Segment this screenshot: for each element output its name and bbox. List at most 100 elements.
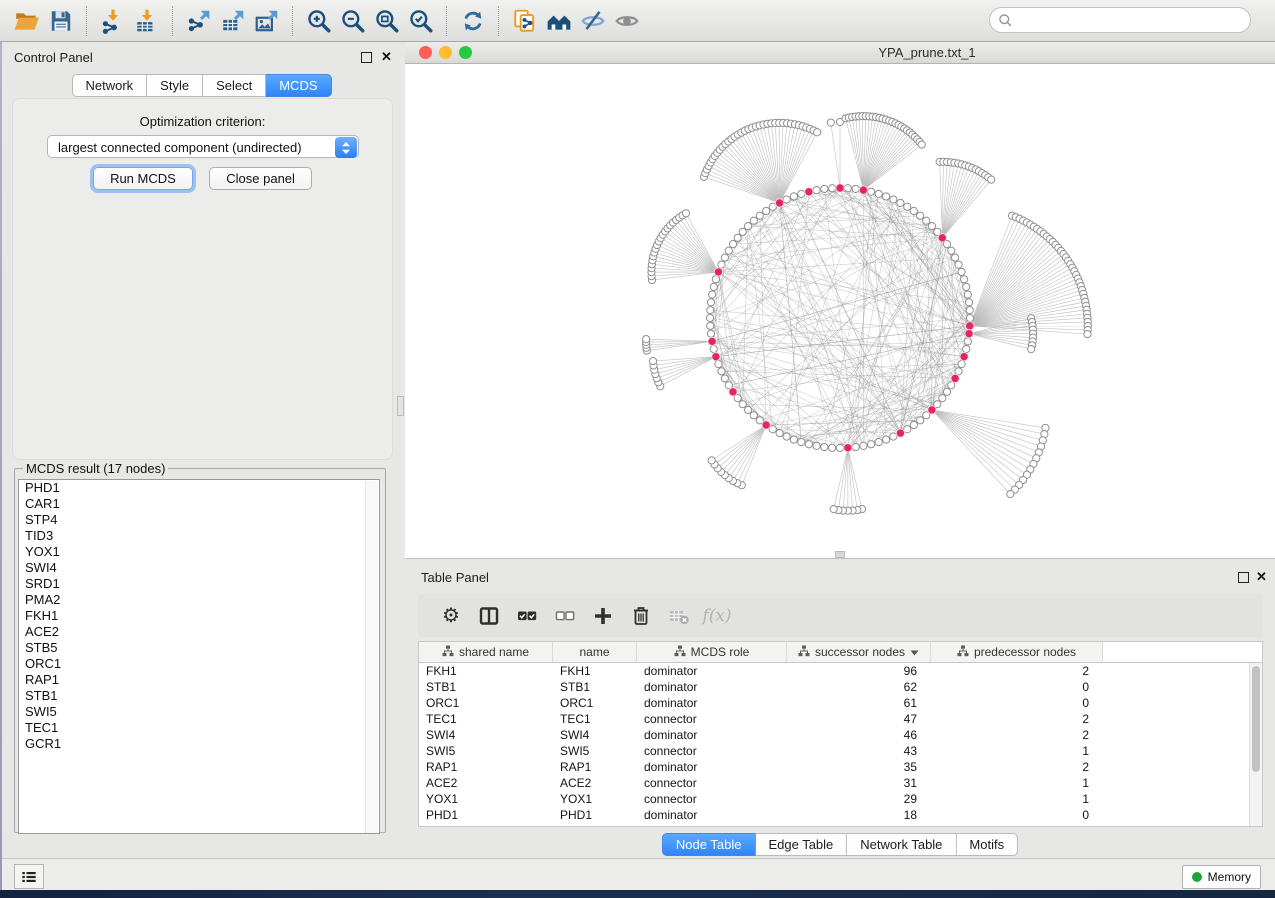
mcds-node-item[interactable]: YOX1 bbox=[19, 544, 379, 560]
cell-shared-name: ORC1 bbox=[419, 695, 553, 711]
mcds-node-item[interactable]: PHD1 bbox=[19, 480, 379, 496]
import-network-icon[interactable] bbox=[96, 4, 130, 38]
tab-style[interactable]: Style bbox=[147, 74, 203, 97]
add-column-icon[interactable] bbox=[584, 599, 622, 633]
table-tab-network-table[interactable]: Network Table bbox=[847, 833, 956, 856]
close-panel-button[interactable]: Close panel bbox=[209, 167, 312, 190]
mcds-node-item[interactable]: FKH1 bbox=[19, 608, 379, 624]
zoom-in-icon[interactable] bbox=[302, 4, 336, 38]
cell-mcds-role: dominator bbox=[637, 759, 787, 775]
column-header-shared-name[interactable]: shared name bbox=[419, 642, 553, 663]
close-window-light[interactable] bbox=[419, 46, 432, 59]
mcds-node-item[interactable]: SWI5 bbox=[19, 704, 379, 720]
delete-column-icon[interactable] bbox=[622, 599, 660, 633]
status-bar: Memory bbox=[2, 858, 1275, 890]
memory-button[interactable]: Memory bbox=[1182, 865, 1261, 889]
save-session-icon[interactable] bbox=[44, 4, 78, 38]
table-row[interactable]: RAP1RAP1dominator352 bbox=[419, 759, 1262, 775]
table-row[interactable]: FKH1FKH1dominator962 bbox=[419, 663, 1262, 679]
float-panel-icon[interactable] bbox=[361, 52, 372, 63]
table-body: FKH1FKH1dominator962STB1STB1dominator620… bbox=[419, 663, 1262, 823]
cell-successor-nodes: 31 bbox=[787, 775, 931, 791]
network-table-splitter-handle[interactable] bbox=[835, 551, 845, 558]
mcds-node-item[interactable]: CAR1 bbox=[19, 496, 379, 512]
mcds-node-item[interactable]: STB1 bbox=[19, 688, 379, 704]
mcds-node-item[interactable]: TEC1 bbox=[19, 720, 379, 736]
zoom-window-light[interactable] bbox=[459, 46, 472, 59]
export-web-icon[interactable] bbox=[508, 4, 542, 38]
mcds-node-item[interactable]: SWI4 bbox=[19, 560, 379, 576]
table-row[interactable]: ORC1ORC1dominator610 bbox=[419, 695, 1262, 711]
zoom-selected-icon[interactable] bbox=[404, 4, 438, 38]
cell-predecessor-nodes: 0 bbox=[931, 695, 1103, 711]
network-canvas[interactable] bbox=[405, 63, 1275, 558]
settings-gear-icon[interactable]: ⚙ bbox=[432, 599, 470, 633]
column-header-mcds-role[interactable]: MCDS role bbox=[637, 642, 787, 663]
table-row[interactable]: PHD1PHD1dominator180 bbox=[419, 807, 1262, 823]
mcds-node-item[interactable]: ORC1 bbox=[19, 656, 379, 672]
table-row[interactable]: STB1STB1dominator620 bbox=[419, 679, 1262, 695]
deselect-all-icon[interactable] bbox=[546, 599, 584, 633]
column-header-successor-nodes[interactable]: successor nodes bbox=[787, 642, 931, 663]
delete-table-icon bbox=[660, 599, 698, 633]
show-graphics-icon[interactable] bbox=[610, 4, 644, 38]
export-image-icon[interactable] bbox=[250, 4, 284, 38]
table-row[interactable]: SWI5SWI5connector431 bbox=[419, 743, 1262, 759]
minimize-window-light[interactable] bbox=[439, 46, 452, 59]
table-scrollbar-thumb[interactable] bbox=[1252, 666, 1260, 772]
cell-mcds-role: dominator bbox=[637, 679, 787, 695]
control-panel: Control Panel ✕ NetworkStyleSelectMCDS O… bbox=[2, 42, 401, 858]
network-graph[interactable] bbox=[405, 63, 1275, 558]
sort-indicator-icon[interactable] bbox=[910, 645, 919, 659]
news-icon[interactable] bbox=[542, 4, 576, 38]
close-table-panel-icon[interactable]: ✕ bbox=[1256, 571, 1267, 582]
mcds-node-item[interactable]: STB5 bbox=[19, 640, 379, 656]
cell-name: SWI5 bbox=[553, 743, 637, 759]
table-tab-edge-table[interactable]: Edge Table bbox=[755, 833, 847, 856]
close-panel-icon[interactable]: ✕ bbox=[381, 51, 392, 62]
zoom-out-icon[interactable] bbox=[336, 4, 370, 38]
select-stepper-icon[interactable] bbox=[335, 137, 357, 158]
tab-select[interactable]: Select bbox=[203, 74, 266, 97]
hide-graphics-icon[interactable] bbox=[576, 4, 610, 38]
mcds-node-item[interactable]: ACE2 bbox=[19, 624, 379, 640]
column-header-predecessor-nodes[interactable]: predecessor nodes bbox=[931, 642, 1103, 663]
mcds-node-item[interactable]: SRD1 bbox=[19, 576, 379, 592]
open-session-icon[interactable] bbox=[10, 4, 44, 38]
search-input[interactable] bbox=[1018, 12, 1242, 29]
import-table-icon[interactable] bbox=[130, 4, 164, 38]
zoom-fit-icon[interactable] bbox=[370, 4, 404, 38]
export-table-icon[interactable] bbox=[216, 4, 250, 38]
tab-network[interactable]: Network bbox=[71, 74, 147, 97]
export-network-icon[interactable] bbox=[182, 4, 216, 38]
panel-list-button[interactable] bbox=[14, 864, 44, 889]
mcds-node-item[interactable]: STP4 bbox=[19, 512, 379, 528]
mcds-list-scrollbar[interactable] bbox=[365, 481, 378, 834]
table-tab-motifs[interactable]: Motifs bbox=[956, 833, 1018, 856]
table-tab-node-table[interactable]: Node Table bbox=[662, 833, 756, 856]
run-mcds-button[interactable]: Run MCDS bbox=[93, 167, 193, 190]
cell-shared-name: TEC1 bbox=[419, 711, 553, 727]
mcds-node-item[interactable]: GCR1 bbox=[19, 736, 379, 752]
panel-splitter-handle[interactable] bbox=[397, 396, 404, 416]
tab-mcds[interactable]: MCDS bbox=[266, 74, 331, 97]
table-row[interactable]: YOX1YOX1connector291 bbox=[419, 791, 1262, 807]
mcds-node-item[interactable]: TID3 bbox=[19, 528, 379, 544]
table-row[interactable]: ACE2ACE2connector311 bbox=[419, 775, 1262, 791]
table-row[interactable]: TEC1TEC1connector472 bbox=[419, 711, 1262, 727]
column-header-name[interactable]: name bbox=[553, 642, 637, 663]
search-icon bbox=[998, 13, 1013, 28]
table-scrollbar[interactable] bbox=[1249, 663, 1262, 827]
column-header-label: predecessor nodes bbox=[974, 645, 1076, 659]
table-row[interactable]: SWI4SWI4dominator462 bbox=[419, 727, 1262, 743]
float-table-panel-icon[interactable] bbox=[1238, 572, 1249, 583]
cell-mcds-role: dominator bbox=[637, 727, 787, 743]
criterion-select[interactable]: largest connected component (undirected) bbox=[47, 135, 359, 158]
header-filler bbox=[1103, 642, 1262, 663]
cell-name: STB1 bbox=[553, 679, 637, 695]
apply-layout-icon[interactable] bbox=[456, 4, 490, 38]
select-all-icon[interactable] bbox=[508, 599, 546, 633]
mcds-node-item[interactable]: RAP1 bbox=[19, 672, 379, 688]
split-panes-icon[interactable] bbox=[470, 599, 508, 633]
mcds-node-item[interactable]: PMA2 bbox=[19, 592, 379, 608]
